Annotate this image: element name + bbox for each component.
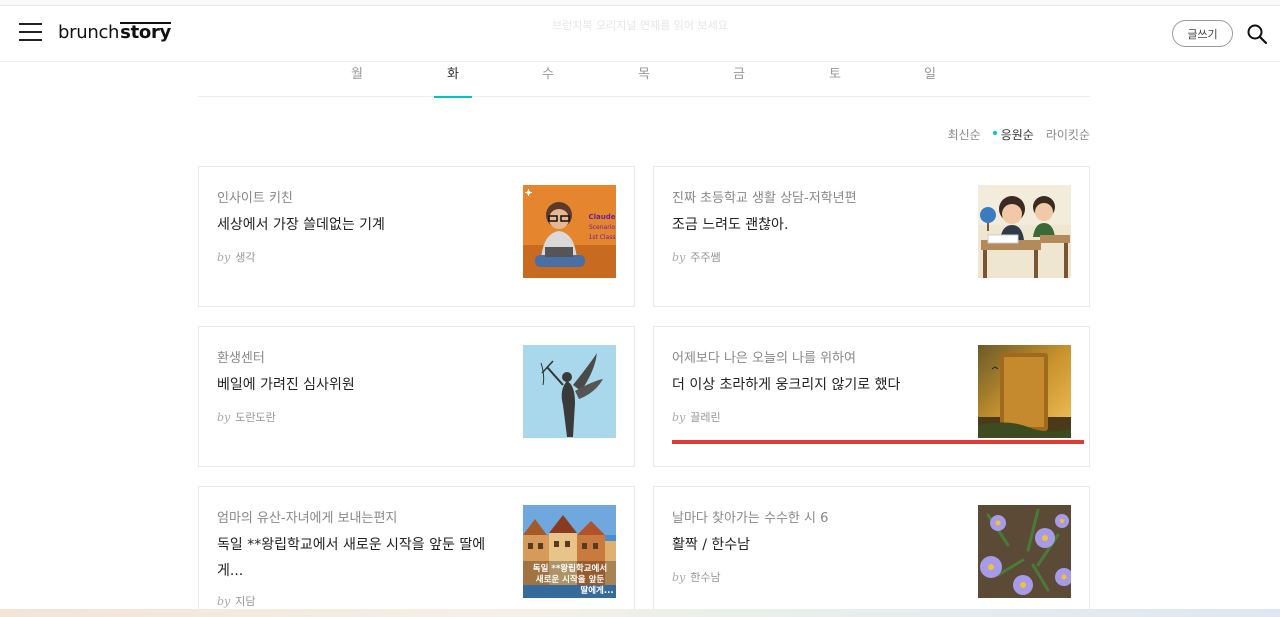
tab-mon[interactable]: 월 [338, 62, 376, 97]
card-title: 독일 **왕립학교에서 새로운 시작을 앞둔 딸에게... [217, 537, 486, 579]
sort-options: 최신순 응원순 라이킷순 [948, 126, 1090, 143]
card-title: 활짝 / 한수남 [672, 537, 751, 553]
card-author: by 주주쌤 [672, 251, 721, 264]
card-thumbnail [978, 505, 1071, 598]
logo-text-story: story [120, 22, 171, 43]
svg-text:딸에게...: 딸에게... [580, 585, 613, 596]
card-title: 더 이상 초라하게 웅크리지 않기로 했다 [672, 377, 901, 393]
sort-likes[interactable]: 라이킷순 [1046, 126, 1090, 143]
search-icon[interactable] [1246, 23, 1268, 45]
article-card[interactable]: 날마다 찾아가는 수수한 시 6 활짝 / 한수남 by 한수남 [653, 486, 1090, 617]
card-category: 환생센터 [217, 351, 265, 366]
tab-fri[interactable]: 금 [720, 62, 758, 97]
svg-text:Claude: Claude [588, 213, 615, 221]
card-thumbnail [978, 185, 1071, 278]
card-title: 조금 느려도 괜찮아. [672, 217, 789, 233]
card-author: by 생각 [217, 251, 256, 264]
header-hint-text: 브런치북 오리지널 연재를 읽어 보세요 [552, 19, 728, 32]
article-card[interactable]: 인사이트 키친 세상에서 가장 쓸데없는 기계 by 생각 Claude Scen… [198, 166, 635, 307]
tab-wed[interactable]: 수 [529, 62, 567, 97]
card-author: by 도란도란 [217, 411, 276, 424]
card-category: 인사이트 키친 [217, 191, 293, 206]
card-category: 어제보다 나은 오늘의 나를 위하여 [672, 351, 856, 366]
highlight-underline [672, 440, 1084, 444]
card-author: by 끌레린 [672, 411, 721, 424]
tab-tue[interactable]: 화 [434, 62, 472, 98]
tab-thu[interactable]: 목 [625, 62, 663, 97]
card-category: 진짜 초등학교 생활 상담-저학년편 [672, 191, 857, 206]
card-title: 베일에 가려진 심사위원 [217, 377, 355, 393]
card-title: 세상에서 가장 쓸데없는 기계 [217, 217, 385, 233]
tab-sun[interactable]: 일 [911, 62, 949, 97]
card-thumbnail: Claude Scenario 1st Class [523, 185, 616, 278]
site-header: brunch story 브런치북 오리지널 연재를 읽어 보세요 글쓰기 [0, 6, 1280, 62]
article-card[interactable]: 어제보다 나은 오늘의 나를 위하여 더 이상 초라하게 웅크리지 않기로 했다… [653, 326, 1090, 467]
svg-text:독일 **왕립학교에서: 독일 **왕립학교에서 [533, 563, 607, 574]
brunchstory-logo[interactable]: brunch story [58, 22, 171, 43]
menu-icon[interactable] [19, 23, 42, 43]
svg-text:새로운 시작을 앞둔: 새로운 시작을 앞둔 [536, 574, 605, 585]
card-thumbnail [978, 345, 1071, 438]
card-author: by 지담 [217, 595, 256, 608]
tab-sat[interactable]: 토 [816, 62, 854, 97]
svg-text:1st Class: 1st Class [589, 234, 616, 241]
bottom-strip [0, 609, 1280, 617]
article-card[interactable]: 환생센터 베일에 가려진 심사위원 by 도란도란 [198, 326, 635, 467]
card-thumbnail: 독일 **왕립학교에서 새로운 시작을 앞둔 딸에게... [523, 505, 616, 598]
sort-support[interactable]: 응원순 [992, 126, 1034, 143]
write-button[interactable]: 글쓰기 [1172, 20, 1233, 47]
card-thumbnail [523, 345, 616, 438]
logo-text-brunch: brunch [58, 22, 120, 43]
article-card[interactable]: 진짜 초등학교 생활 상담-저학년편 조금 느려도 괜찮아. by 주주쌤 [653, 166, 1090, 307]
article-card[interactable]: 엄마의 유산-자녀에게 보내는편지 독일 **왕립학교에서 새로운 시작을 앞둔… [198, 486, 635, 617]
svg-text:Scenario: Scenario [589, 224, 615, 231]
card-category: 엄마의 유산-자녀에게 보내는편지 [217, 511, 398, 526]
card-author: by 한수남 [672, 571, 721, 584]
sort-latest[interactable]: 최신순 [948, 126, 981, 143]
weekday-tabs: 월 화 수 목 금 토 일 [198, 62, 1090, 98]
card-category: 날마다 찾아가는 수수한 시 6 [672, 511, 829, 526]
